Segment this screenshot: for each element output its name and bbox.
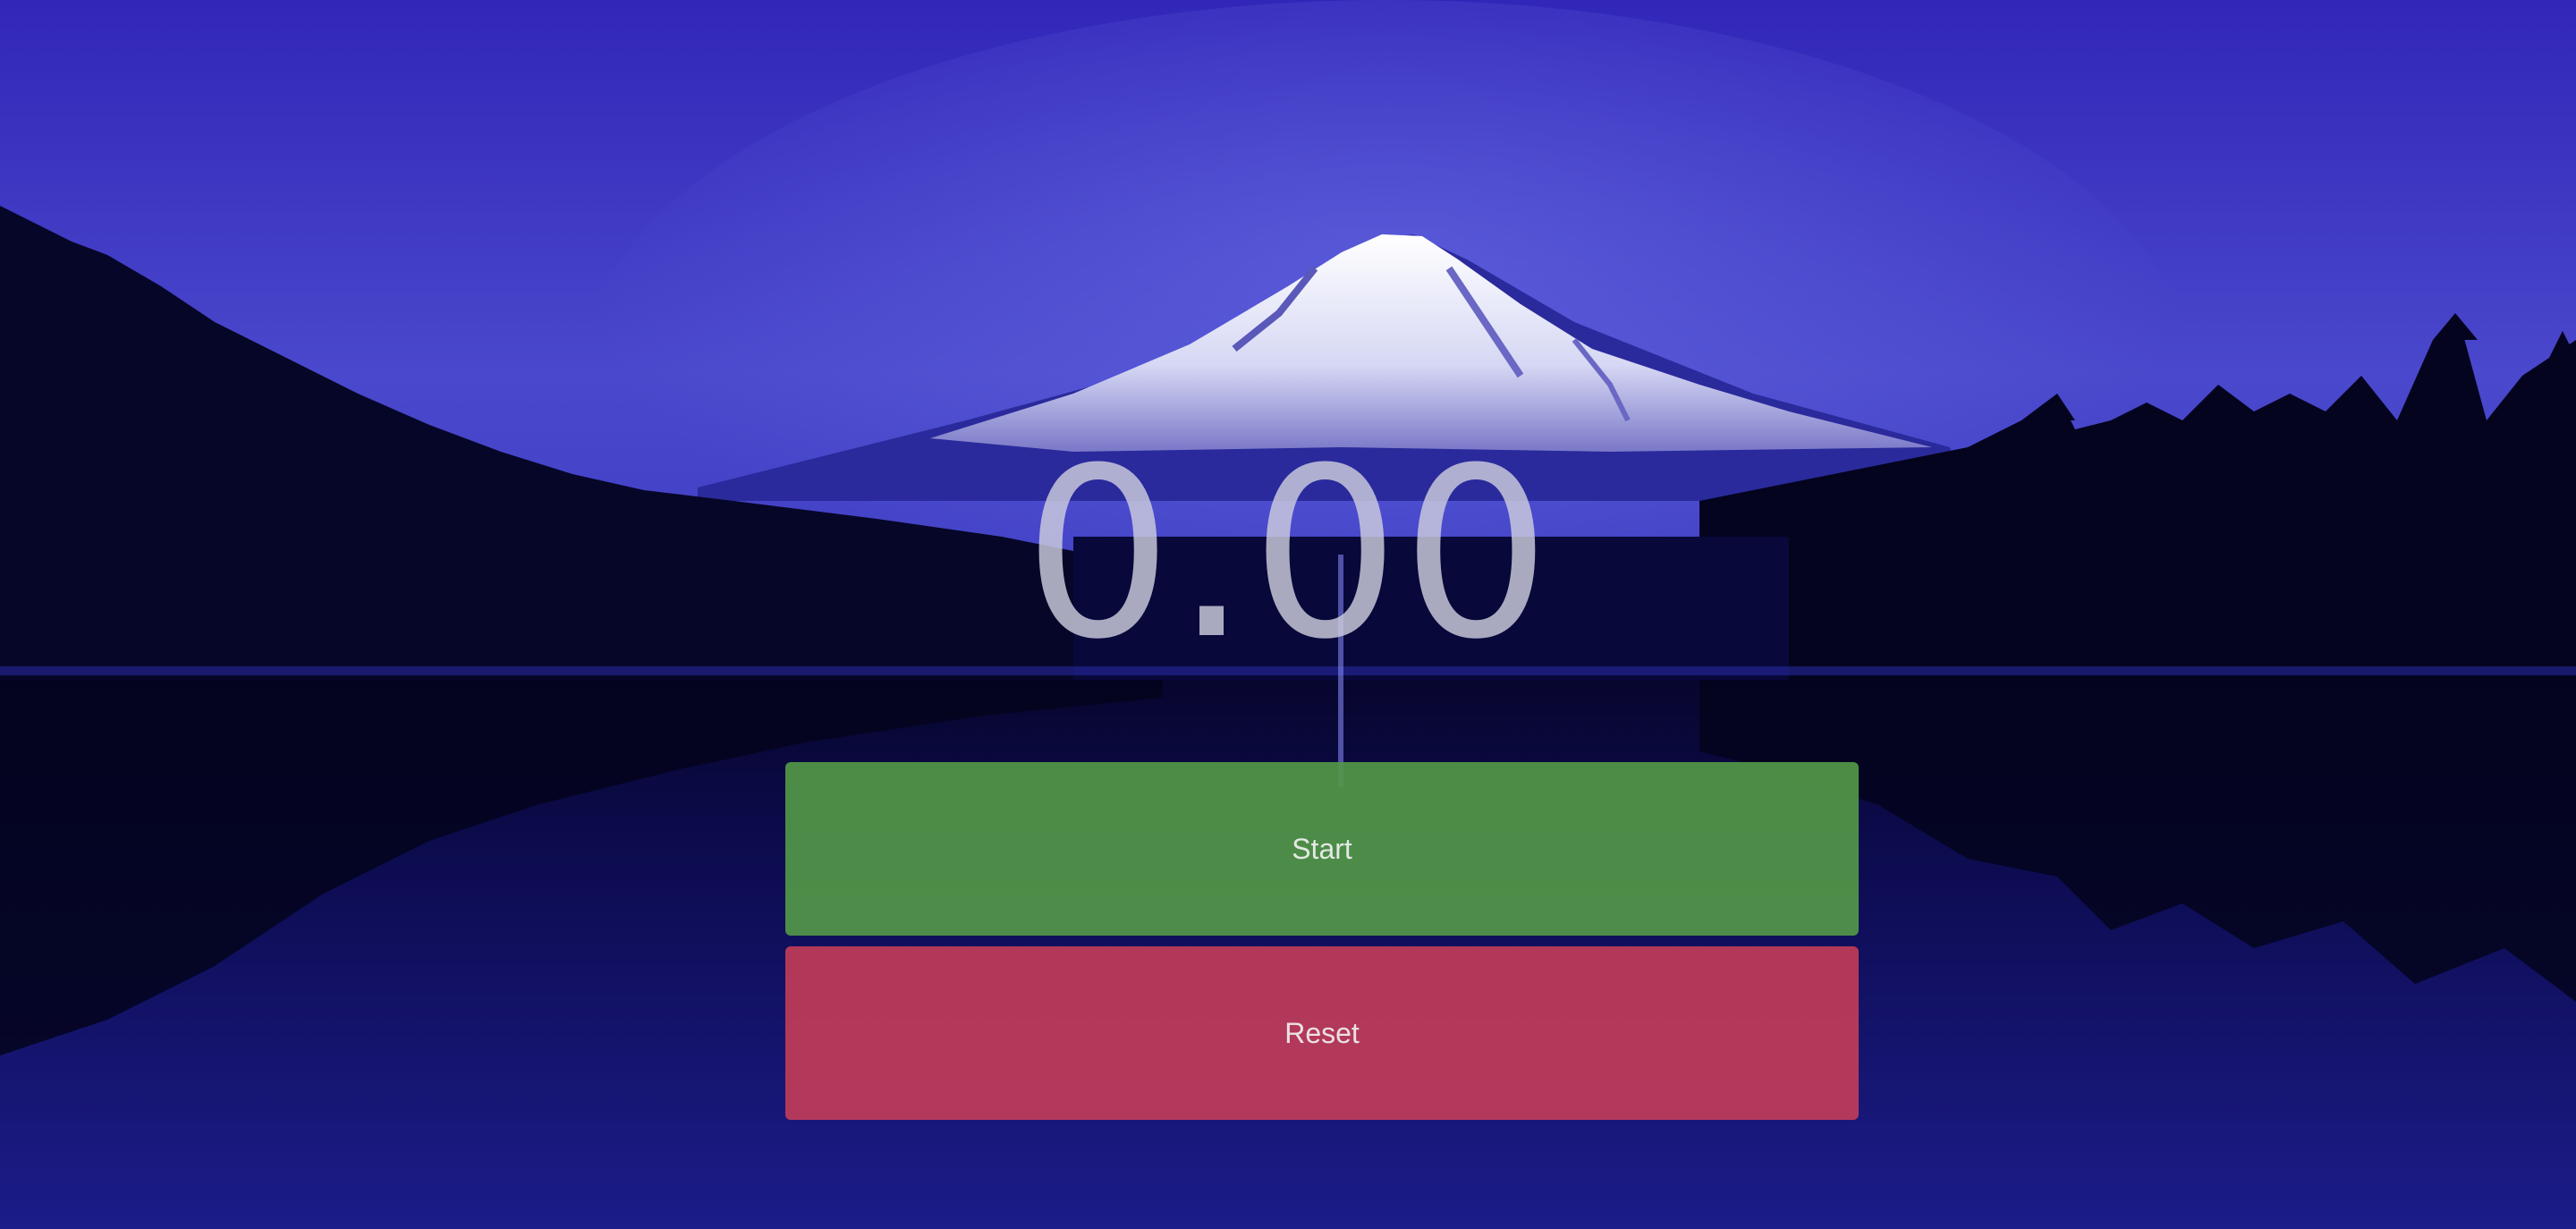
reset-button[interactable]: Reset [785,946,1859,1120]
timer-display: 0.00 [1023,418,1553,691]
start-button-label: Start [1292,832,1352,865]
start-button[interactable]: Start [785,762,1859,936]
app-stage: 0.00 Start Reset [0,0,2576,1229]
reset-button-label: Reset [1284,1016,1360,1049]
